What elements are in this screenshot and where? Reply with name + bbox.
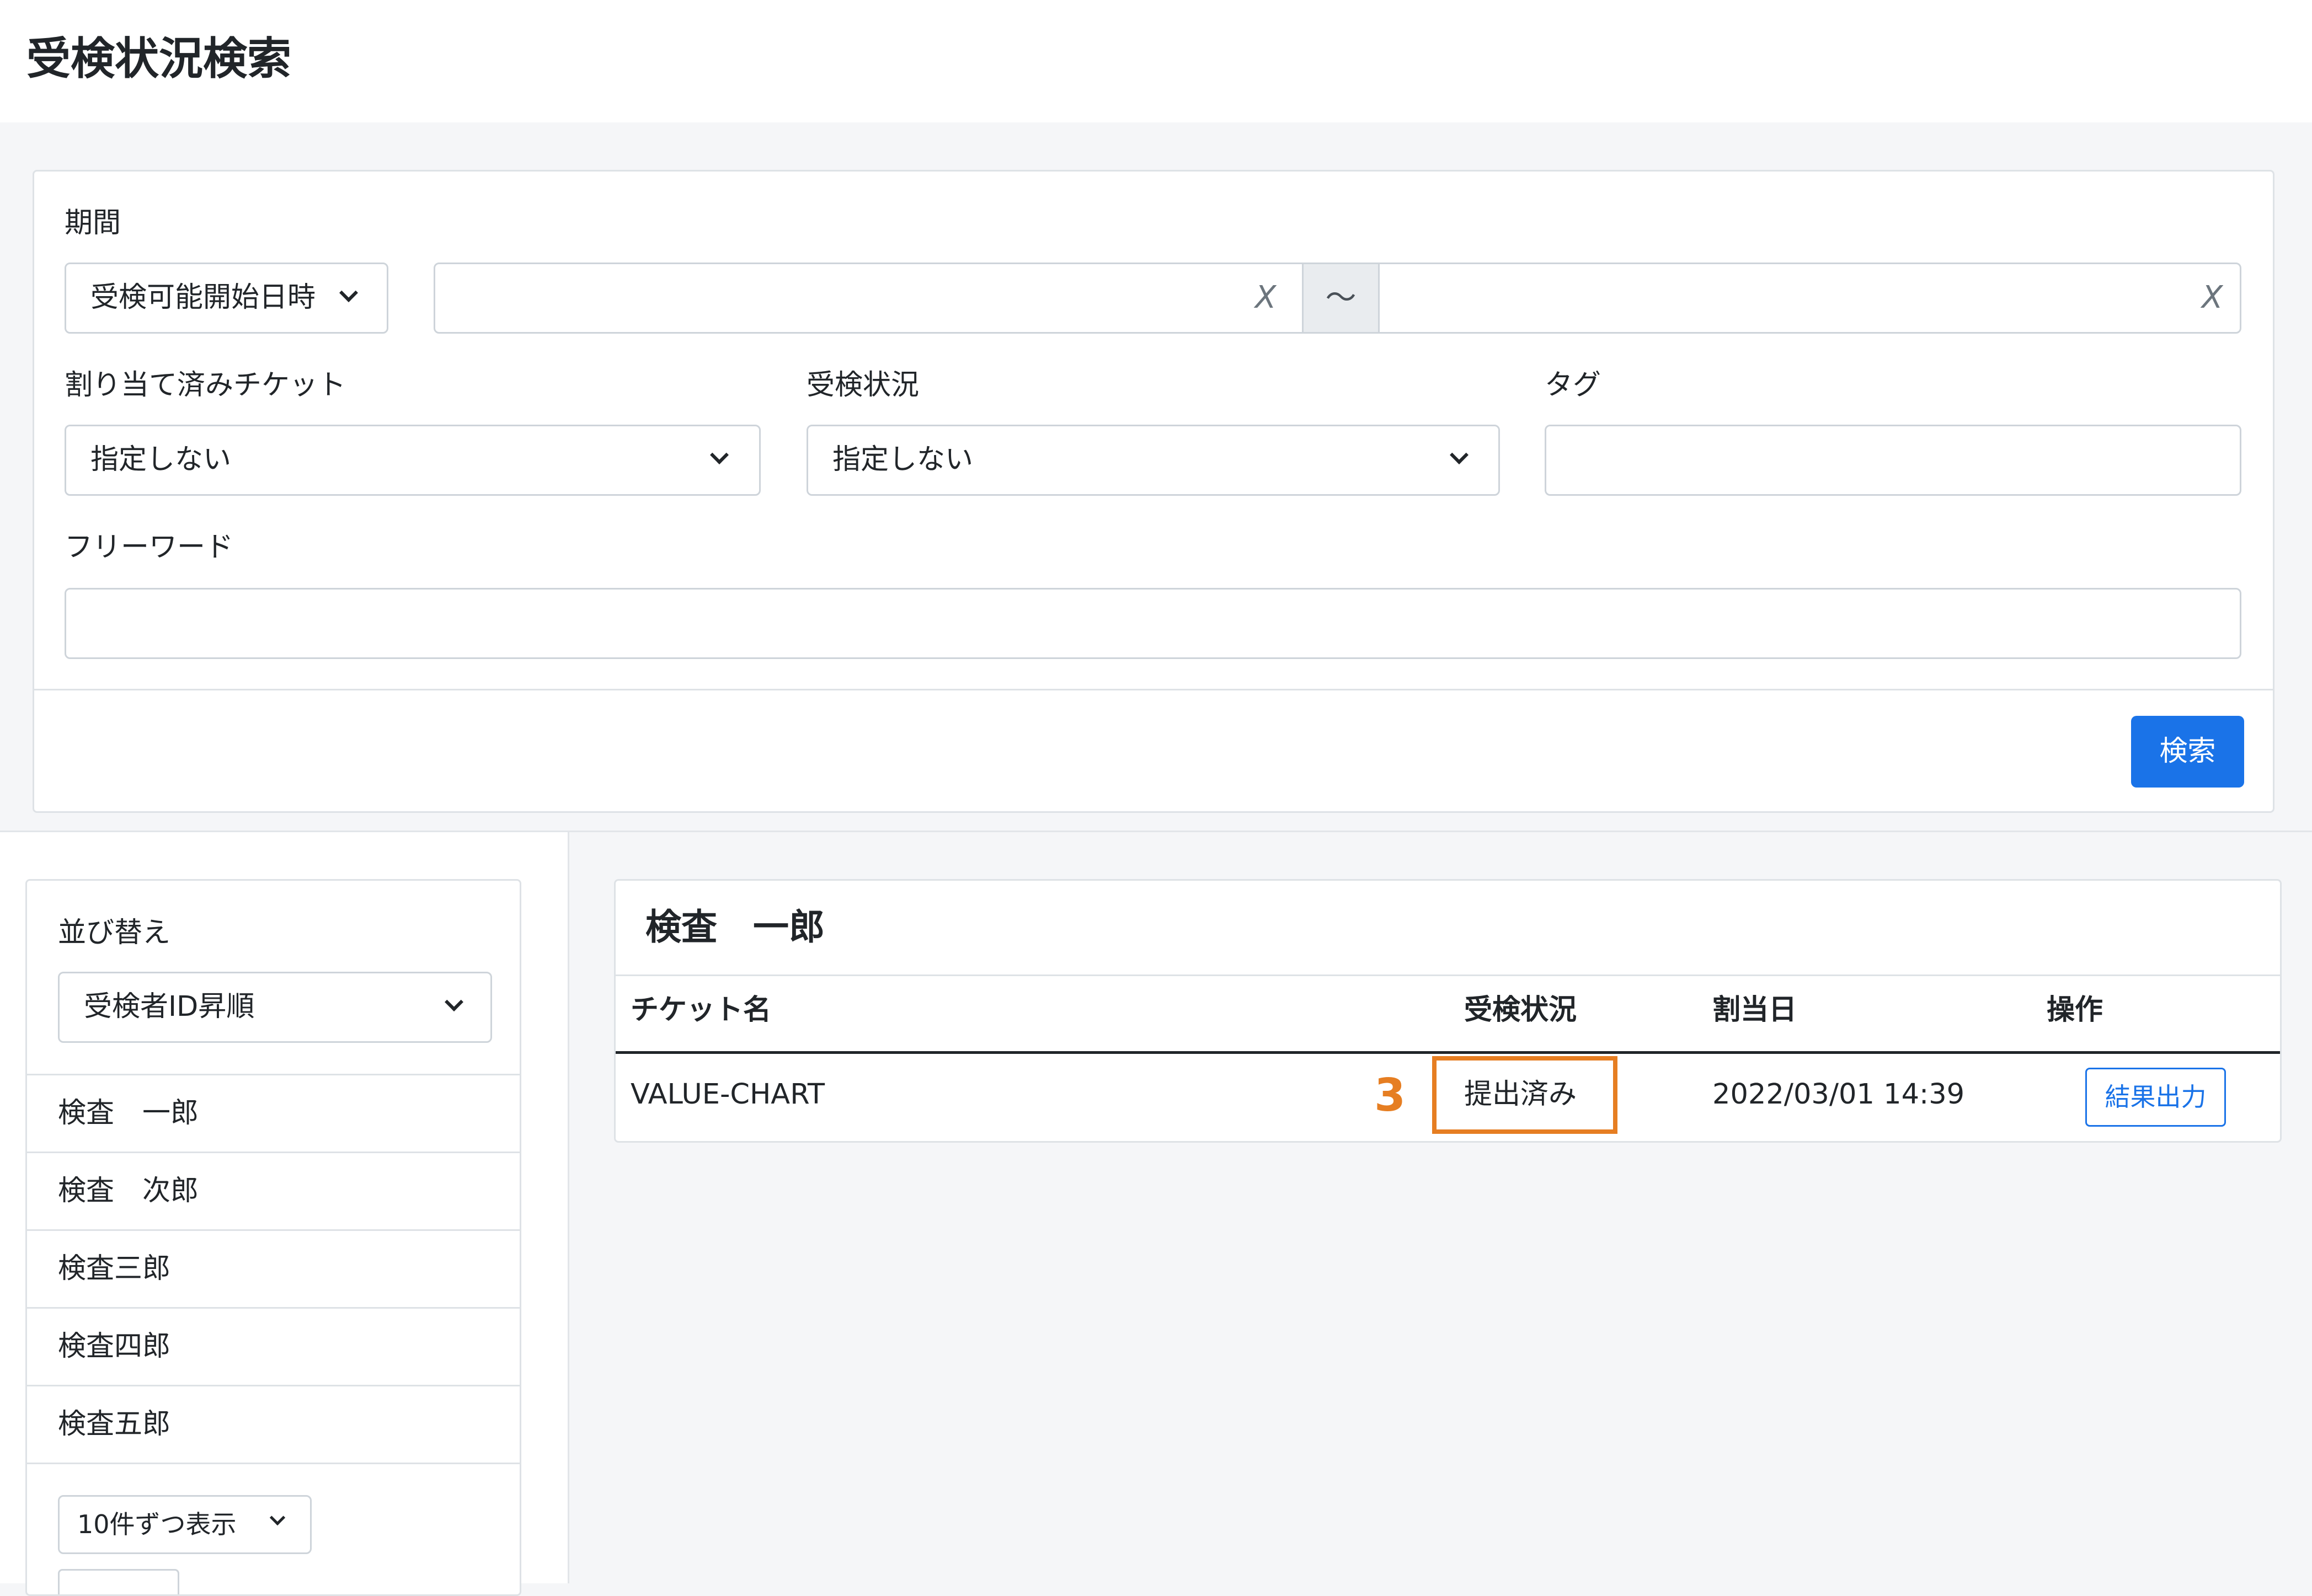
column-header: 操作 <box>2047 994 2103 1026</box>
list-item-label: 検査 一郎 <box>58 1097 199 1129</box>
status-label: 受検状況 <box>807 369 920 401</box>
person-name: 検査 一郎 <box>645 907 825 948</box>
sort-select[interactable]: 受検者ID昇順 <box>58 972 492 1043</box>
chevron-down-icon <box>269 1509 286 1526</box>
clear-icon[interactable]: X <box>1255 264 1276 331</box>
tag-input[interactable] <box>1545 425 2241 496</box>
assigned-ticket-value: 指定しない <box>90 443 232 476</box>
list-item[interactable]: 検査 一郎 <box>27 1074 520 1152</box>
date-from-input[interactable]: X <box>435 264 1302 332</box>
period-label: 期間 <box>65 207 121 239</box>
list-item-label: 検査 次郎 <box>58 1175 199 1207</box>
column-header: 受検状況 <box>1464 994 1577 1026</box>
clear-icon[interactable]: X <box>2202 264 2223 331</box>
sort-value: 受検者ID昇順 <box>84 990 255 1023</box>
result-card: 検査 一郎 チケット名 受検状況 割当日 操作 VALUE-CHART 3 提出… <box>614 879 2282 1143</box>
freeword-label: フリーワード <box>65 531 234 564</box>
status-value: 指定しない <box>832 443 974 476</box>
period-type-value: 受検可能開始日時 <box>90 281 316 314</box>
divider <box>616 1051 2280 1054</box>
list-item-label: 検査四郎 <box>58 1330 171 1363</box>
page-header: 受検状況検索 <box>0 0 2312 122</box>
list-item[interactable]: 検査三郎 <box>27 1229 520 1307</box>
status-text: 提出済み <box>1464 1078 1577 1111</box>
chevron-down-icon <box>710 446 729 464</box>
list-item[interactable]: 検査四郎 <box>27 1307 520 1385</box>
sort-label: 並び替え <box>58 917 171 949</box>
page-title: 受検状況検索 <box>26 33 291 84</box>
page-size-value: 10件ずつ表示 <box>77 1509 237 1539</box>
assigned-ticket-label: 割り当て済みチケット <box>65 369 346 401</box>
tag-label: タグ <box>1545 369 1601 401</box>
date-to-input[interactable]: X <box>1380 264 2240 332</box>
chevron-down-icon <box>1450 446 1469 464</box>
list-item[interactable]: 検査 次郎 <box>27 1152 520 1229</box>
period-type-select[interactable]: 受検可能開始日時 <box>65 263 388 334</box>
column-header: 割当日 <box>1712 994 1797 1026</box>
ticket-name: VALUE-CHART <box>631 1078 825 1111</box>
status-select[interactable]: 指定しない <box>807 425 1500 496</box>
column-header: チケット名 <box>631 994 772 1026</box>
chevron-down-icon <box>445 993 463 1011</box>
callout-number: 3 <box>1374 1069 1406 1122</box>
date-range-group: X 〜 X <box>434 263 2241 334</box>
pagination[interactable] <box>58 1569 179 1594</box>
list-item-label: 検査三郎 <box>58 1252 171 1285</box>
divider <box>616 974 2280 976</box>
export-result-button[interactable]: 結果出力 <box>2085 1068 2226 1127</box>
divider <box>27 1463 520 1464</box>
divider <box>34 689 2273 690</box>
page-size-select[interactable]: 10件ずつ表示 <box>58 1495 312 1554</box>
list-item-label: 検査五郎 <box>58 1408 171 1440</box>
assigned-ticket-select[interactable]: 指定しない <box>65 425 761 496</box>
list-item[interactable]: 検査五郎 <box>27 1385 520 1463</box>
search-button[interactable]: 検索 <box>2131 716 2244 788</box>
sidebar-card: 並び替え 受検者ID昇順 検査 一郎 検査 次郎 検査三郎 検査四郎 検査五郎 … <box>25 879 521 1596</box>
assigned-date: 2022/03/01 14:39 <box>1712 1078 1965 1111</box>
range-separator: 〜 <box>1302 264 1380 332</box>
freeword-input[interactable] <box>65 588 2241 659</box>
